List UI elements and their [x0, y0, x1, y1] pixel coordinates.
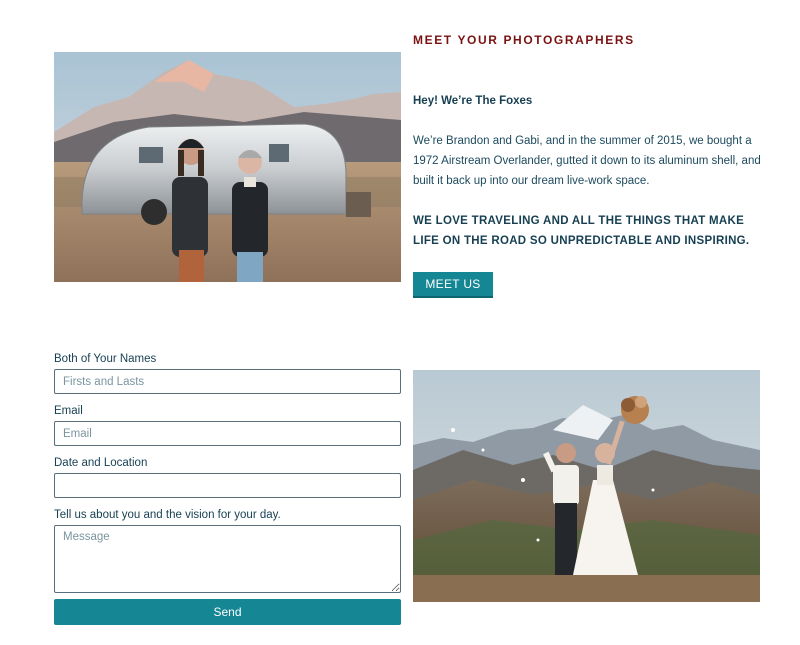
meet-us-button[interactable]: MEET US: [413, 272, 493, 298]
intro-heading: Hey! We’re The Foxes: [413, 95, 533, 107]
names-label: Both of Your Names: [54, 353, 157, 365]
intro-callout: WE LOVE TRAVELING AND ALL THE THINGS THA…: [413, 215, 750, 247]
date-location-input[interactable]: [54, 473, 401, 498]
intro-paragraph: We’re Brandon and Gabi, and in the summe…: [413, 135, 761, 187]
names-input[interactable]: [54, 369, 401, 394]
email-label: Email: [54, 405, 83, 417]
section-eyebrow: MEET YOUR PHOTOGRAPHERS: [413, 33, 635, 47]
date-location-label: Date and Location: [54, 457, 148, 469]
wedding-couple-mountain-photo: [413, 370, 760, 602]
send-button[interactable]: Send: [54, 599, 401, 625]
couple-with-airstream-photo: [54, 52, 401, 282]
contact-form: Both of Your Names Email Date and Locati…: [54, 352, 401, 625]
message-textarea[interactable]: [54, 525, 401, 593]
message-label: Tell us about you and the vision for you…: [54, 509, 281, 521]
email-input[interactable]: [54, 421, 401, 446]
